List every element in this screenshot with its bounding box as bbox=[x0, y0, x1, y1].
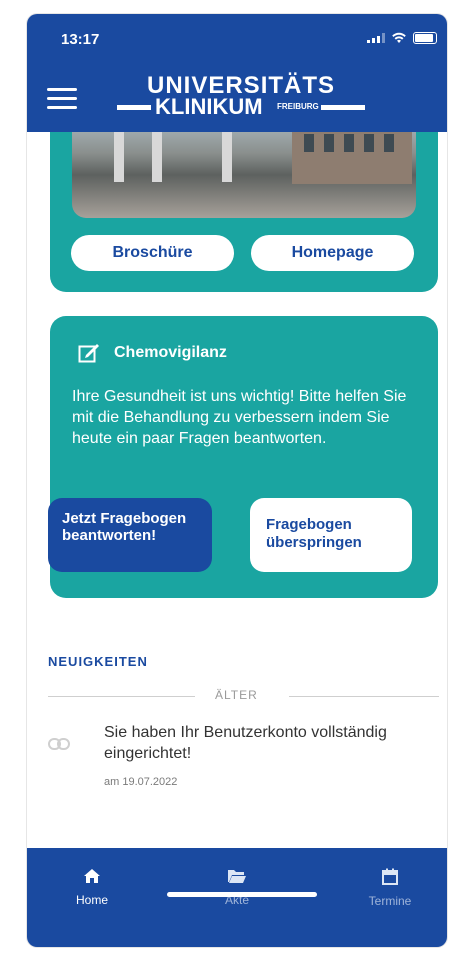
news-item-date: am 19.07.2022 bbox=[104, 776, 178, 788]
signal-icon bbox=[367, 33, 385, 43]
chemovigilanz-text: Ihre Gesundheit ist uns wichtig! Bitte h… bbox=[72, 388, 407, 447]
divider-left bbox=[48, 696, 195, 697]
clinic-logo: UNIVERSITÄTS KLINIKUM FREIBURG bbox=[117, 72, 377, 119]
battery-icon bbox=[413, 32, 437, 44]
tab-home[interactable]: Home bbox=[52, 868, 132, 907]
answer-questionnaire-button[interactable]: Jetzt Fragebogen beantworten! bbox=[48, 498, 212, 572]
tab-akte[interactable]: Akte bbox=[197, 868, 277, 907]
status-icons bbox=[367, 32, 437, 44]
chemovigilanz-title-row: Chemovigilanz bbox=[78, 342, 227, 364]
divider-right bbox=[289, 696, 439, 697]
home-indicator bbox=[167, 892, 317, 897]
folder-icon bbox=[228, 870, 246, 883]
tab-home-label: Home bbox=[75, 893, 108, 907]
news-heading: NEUIGKEITEN bbox=[48, 654, 148, 669]
divider-label: ÄLTER bbox=[215, 688, 258, 702]
tab-termine-label: Termine bbox=[368, 894, 412, 908]
chemovigilanz-title: Chemovigilanz bbox=[114, 344, 227, 361]
logo-bottom-text: KLINIKUM bbox=[155, 94, 263, 119]
menu-icon[interactable] bbox=[47, 88, 77, 110]
home-icon bbox=[84, 869, 100, 883]
calendar-icon bbox=[382, 868, 398, 885]
skip-questionnaire-button[interactable]: Fragebogen überspringen bbox=[250, 498, 412, 572]
phone-screen: 13:17 UNIVERSITÄTS KLINIKUM FREIBURG Bro… bbox=[27, 14, 447, 947]
tab-termine[interactable]: Termine bbox=[350, 868, 430, 908]
link-icon bbox=[48, 738, 70, 750]
news-item-text: Sie haben Ihr Benutzerkonto vollständig … bbox=[104, 724, 387, 762]
brochure-button[interactable]: Broschüre bbox=[71, 235, 234, 271]
bottom-tab-bar: Home Akte Termine bbox=[27, 848, 447, 947]
wifi-icon bbox=[392, 32, 406, 43]
logo-line-left bbox=[117, 105, 151, 110]
status-time: 13:17 bbox=[61, 31, 100, 48]
app-header: 13:17 UNIVERSITÄTS KLINIKUM FREIBURG bbox=[27, 14, 447, 132]
edit-icon bbox=[78, 344, 99, 363]
logo-line-right bbox=[321, 105, 365, 110]
homepage-button[interactable]: Homepage bbox=[251, 235, 414, 271]
logo-small-text: FREIBURG bbox=[277, 102, 319, 111]
